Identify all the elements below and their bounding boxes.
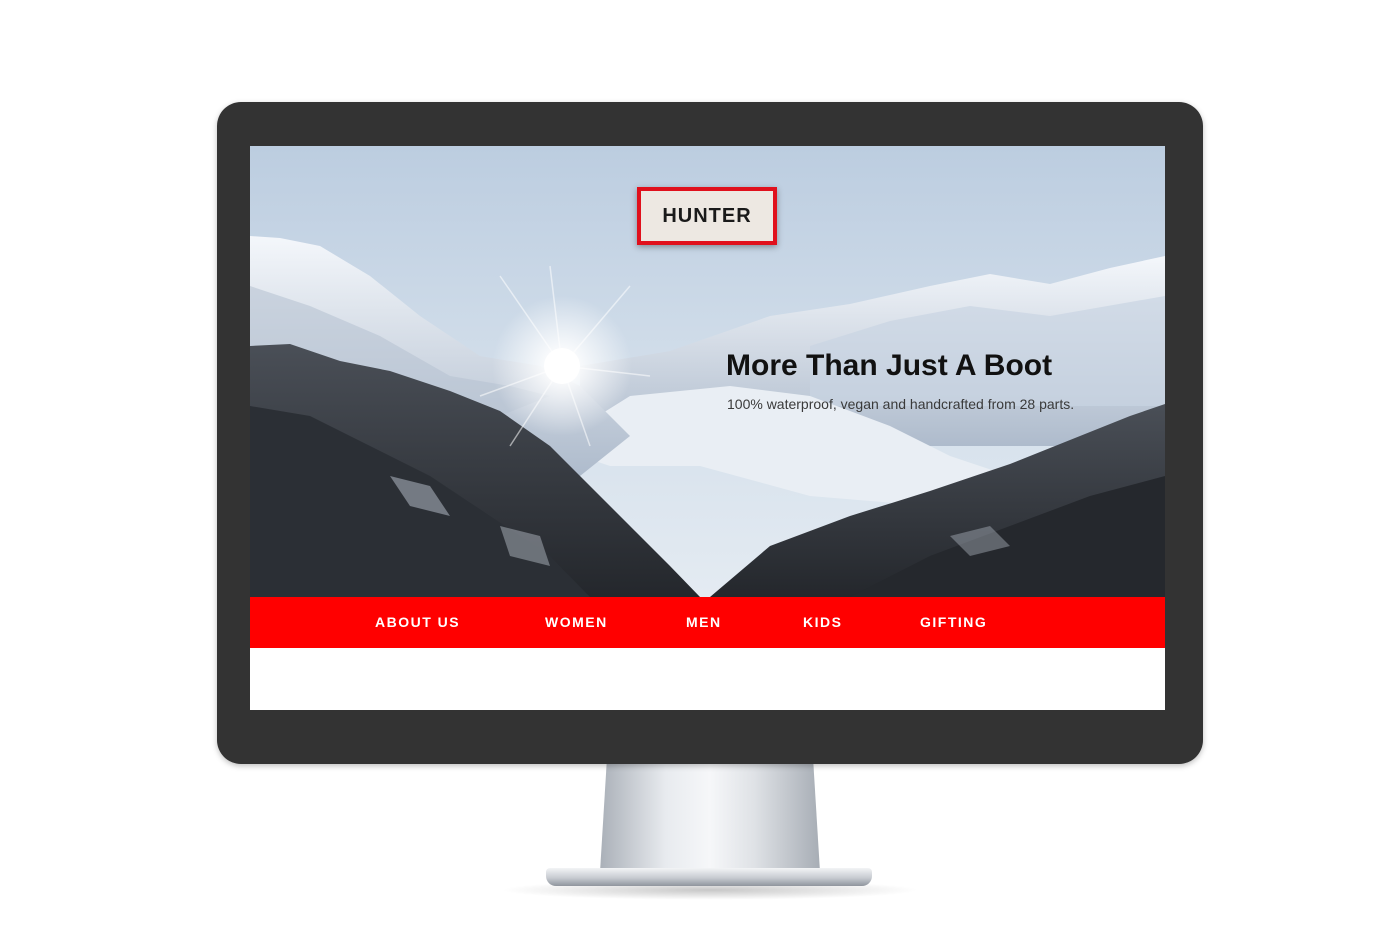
logo-text: HUNTER bbox=[662, 204, 752, 227]
nav-item-about-us[interactable]: ABOUT US bbox=[375, 597, 460, 648]
monitor-stand-base bbox=[546, 868, 872, 886]
nav-item-women[interactable]: WOMEN bbox=[545, 597, 608, 648]
nav-item-gifting[interactable]: GIFTING bbox=[920, 597, 987, 648]
nav-item-kids[interactable]: KIDS bbox=[803, 597, 842, 648]
nav-item-men[interactable]: MEN bbox=[686, 597, 722, 648]
monitor-screen: HUNTER More Than Just A Boot 100% waterp… bbox=[250, 146, 1165, 710]
hunter-logo[interactable]: HUNTER bbox=[637, 187, 777, 245]
main-navigation-bar: ABOUT US WOMEN MEN KIDS GIFTING bbox=[250, 597, 1165, 648]
page-content-area bbox=[250, 648, 1165, 710]
hero-headline: More Than Just A Boot bbox=[726, 349, 1053, 382]
hero-subheadline: 100% waterproof, vegan and handcrafted f… bbox=[727, 396, 1075, 412]
monitor-mockup: HUNTER More Than Just A Boot 100% waterp… bbox=[0, 0, 1400, 952]
hero-banner: HUNTER More Than Just A Boot 100% waterp… bbox=[250, 146, 1165, 597]
monitor-stand-neck bbox=[600, 764, 820, 872]
